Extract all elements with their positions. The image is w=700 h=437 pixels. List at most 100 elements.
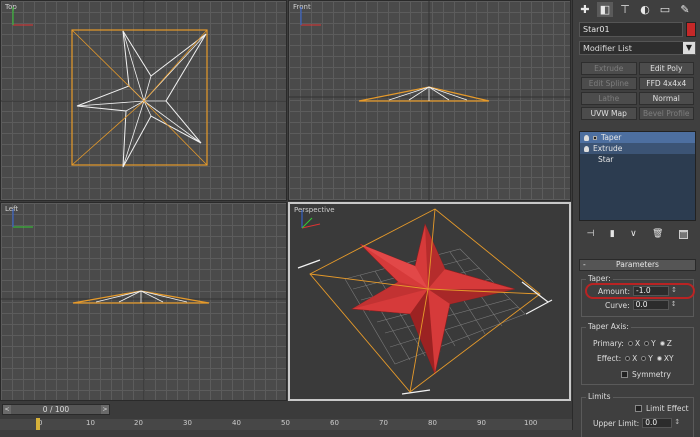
upper-limit-label: Upper Limit: [593, 418, 640, 428]
stack-item-taper[interactable]: Taper [580, 132, 695, 143]
axis-tripod-icon [12, 7, 33, 26]
stack-item-label: Extrude [593, 144, 623, 153]
time-slider[interactable]: < 0 / 100 > [2, 404, 110, 415]
tick-label: 70 [379, 419, 388, 427]
viewport-front[interactable]: Front [288, 0, 571, 201]
tick-label: 50 [281, 419, 290, 427]
axis-tripod-icon [12, 209, 33, 228]
modifier-buttons: Extrude Edit Poly Edit Spline FFD 4x4x4 … [581, 62, 694, 120]
make-unique-icon[interactable]: ∨ [630, 229, 637, 239]
time-cursor[interactable] [36, 418, 40, 430]
radio-label: Y [648, 354, 653, 363]
chevron-right-icon[interactable]: > [101, 405, 109, 414]
command-panel: ✚ ◧ ⊤ ◐ ▭ ✎ Star01 Modifier List ▼ Extru… [572, 0, 700, 437]
curve-spinner[interactable]: 0.0 [632, 300, 677, 310]
axis-tripod-icon [301, 210, 321, 229]
perspective-view-star [297, 208, 553, 395]
light-bulb-icon[interactable] [584, 145, 589, 152]
remove-modifier-icon[interactable]: 🗑 [652, 229, 663, 239]
edit-poly-button[interactable]: Edit Poly [638, 62, 694, 75]
edit-spline-button[interactable]: Edit Spline [581, 77, 637, 90]
stack-item-label: Taper [601, 133, 622, 142]
radio-label: X [632, 354, 638, 363]
show-end-result-icon[interactable]: ▮ [610, 229, 615, 239]
normal-button[interactable]: Normal [638, 92, 694, 105]
axis-tripod-icon [300, 7, 321, 26]
amount-highlight-annotation [585, 283, 695, 299]
radio-xy[interactable] [656, 356, 662, 361]
configure-sets-icon[interactable]: ▤ [678, 229, 689, 239]
object-name-row: Star01 [579, 22, 696, 37]
radio-x[interactable] [627, 341, 633, 346]
radio-label: X [634, 339, 641, 348]
lathe-button[interactable]: Lathe [581, 92, 637, 105]
pin-stack-icon[interactable]: ⊣ [587, 229, 595, 239]
limits-group: Limits [581, 392, 694, 437]
tick-label: 20 [134, 419, 143, 427]
group-title: Taper Axis: [586, 322, 631, 331]
modifier-list-dropdown[interactable]: Modifier List ▼ [579, 41, 696, 55]
limit-effect-checkbox[interactable] [635, 405, 642, 412]
motion-icon[interactable]: ◐ [637, 2, 653, 17]
front-view-star [289, 1, 570, 200]
effect-label: Effect: [597, 354, 622, 363]
object-color-swatch[interactable] [686, 22, 696, 37]
upper-limit-row: Upper Limit: 0.0 [593, 418, 680, 428]
command-panel-tabs: ✚ ◧ ⊤ ◐ ▭ ✎ [573, 0, 700, 20]
effect-axis-row: Effect: X Y XY [597, 354, 674, 363]
display-icon[interactable]: ▭ [657, 2, 673, 17]
left-view-star [1, 203, 286, 400]
radio-z[interactable] [659, 341, 665, 346]
modifier-list-label: Modifier List [583, 44, 632, 53]
radio-label: XY [663, 354, 674, 363]
viewport-left[interactable]: Left [0, 202, 287, 401]
group-title: Limits [586, 392, 613, 401]
stack-toolbar: ⊣ ▮ ∨ 🗑 ▤ [579, 227, 696, 241]
create-icon[interactable]: ✚ [577, 2, 593, 17]
symmetry-checkbox[interactable] [621, 371, 628, 378]
radio-x[interactable] [625, 356, 631, 361]
collapse-icon[interactable]: - [583, 260, 586, 270]
frame-display: 0 / 100 [42, 405, 70, 414]
radio-y[interactable] [644, 341, 650, 346]
group-title: Taper: [586, 274, 613, 283]
object-name-field[interactable]: Star01 [579, 22, 683, 37]
expand-icon[interactable] [593, 135, 597, 140]
modifier-stack: Taper Extrude Star [579, 131, 696, 221]
radio-label: Z [666, 339, 672, 348]
parameters-rollout[interactable]: - Parameters [579, 259, 696, 271]
viewport-top[interactable]: Top [0, 0, 287, 201]
tick-label: 40 [232, 419, 241, 427]
curve-row: Curve: 0.0 [605, 300, 677, 310]
radio-y[interactable] [641, 356, 647, 361]
primary-axis-row: Primary: X Y Z [593, 339, 672, 348]
track-bar[interactable]: 0 10 20 30 40 50 60 70 80 90 100 [0, 419, 572, 430]
limit-effect-row: Limit Effect [635, 404, 689, 413]
symmetry-row: Symmetry [621, 370, 671, 379]
tick-label: 30 [183, 419, 192, 427]
bevel-profile-button[interactable]: Bevel Profile [638, 107, 694, 120]
ffd-button[interactable]: FFD 4x4x4 [638, 77, 694, 90]
top-view-star [1, 1, 286, 200]
utilities-icon[interactable]: ✎ [677, 2, 693, 17]
viewport-perspective[interactable]: Perspective [288, 202, 571, 401]
light-bulb-icon[interactable] [584, 134, 589, 141]
uvw-map-button[interactable]: UVW Map [581, 107, 637, 120]
stack-item-star[interactable]: Star [580, 154, 695, 165]
stack-item-extrude[interactable]: Extrude [580, 143, 695, 154]
timeline: < 0 / 100 > 0 10 20 30 40 50 60 70 80 90… [0, 401, 572, 430]
stack-item-label: Star [598, 155, 614, 164]
chevron-left-icon[interactable]: < [3, 405, 11, 414]
modify-icon[interactable]: ◧ [597, 2, 613, 17]
rollout-title: Parameters [616, 260, 659, 269]
symmetry-label: Symmetry [632, 370, 671, 379]
tick-label: 100 [524, 419, 538, 427]
extrude-button[interactable]: Extrude [581, 62, 637, 75]
tick-label: 90 [477, 419, 486, 427]
hierarchy-icon[interactable]: ⊤ [617, 2, 633, 17]
upper-limit-spinner[interactable]: 0.0 [642, 418, 680, 428]
tick-label: 80 [428, 419, 437, 427]
chevron-down-icon[interactable]: ▼ [683, 42, 695, 54]
primary-label: Primary: [593, 339, 624, 348]
radio-label: Y [651, 339, 656, 348]
